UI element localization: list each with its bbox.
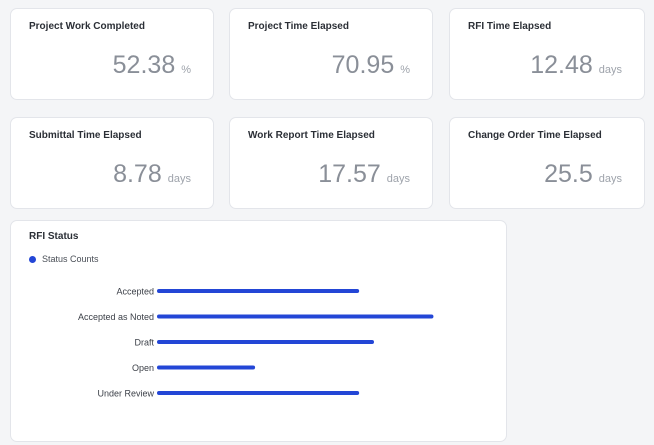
category-label: Under Review	[97, 389, 154, 399]
kpi-title: Project Work Completed	[29, 21, 145, 32]
kpi-unit: days	[598, 173, 622, 185]
rfi-status-bar-chart: Accepted Accepted as Noted Draft Open Under …	[78, 287, 434, 399]
kpi-value: 52.38	[112, 51, 176, 79]
kpi-value: 8.78	[113, 160, 162, 188]
kpi-value-group: 17.57 days	[318, 160, 410, 189]
category-label: Open	[132, 363, 154, 373]
kpi-unit: days	[598, 64, 622, 76]
kpi-card-project-work-completed: Project Work Completed 52.38 %	[10, 8, 214, 100]
kpi-value-group: 25.5 days	[544, 160, 622, 189]
kpi-value: 17.57	[318, 160, 381, 188]
category-label: Draft	[134, 338, 154, 348]
kpi-value: 70.95	[331, 51, 395, 79]
kpi-value: 12.48	[530, 51, 593, 79]
kpi-value-group: 8.78 days	[113, 160, 191, 189]
kpi-title: Change Order Time Elapsed	[468, 130, 602, 141]
category-label: Accepted	[116, 287, 154, 297]
kpi-unit: days	[386, 173, 410, 185]
kpi-value-group: 12.48 days	[530, 51, 622, 80]
kpi-card-work-report-time-elapsed: Work Report Time Elapsed 17.57 days	[229, 117, 433, 209]
kpi-title: RFI Time Elapsed	[468, 21, 552, 32]
kpi-title: Submittal Time Elapsed	[29, 130, 142, 141]
kpi-title: Project Time Elapsed	[248, 21, 349, 32]
category-label: Accepted as Noted	[78, 312, 154, 322]
kpi-unit: days	[167, 173, 191, 185]
kpi-unit: %	[181, 64, 191, 76]
kpi-card-rfi-time-elapsed: RFI Time Elapsed 12.48 days	[449, 8, 645, 100]
kpi-value-group: 70.95 %	[332, 51, 410, 80]
kpi-value: 25.5	[544, 160, 593, 188]
kpi-card-change-order-time-elapsed: Change Order Time Elapsed 25.5 days	[449, 117, 645, 209]
kpi-title: Work Report Time Elapsed	[248, 130, 375, 141]
kpi-card-project-time-elapsed: Project Time Elapsed 70.95 %	[229, 8, 433, 100]
rfi-status-chart-card: RFI Status Status Counts Accepted Accepte…	[10, 220, 507, 442]
kpi-card-submittal-time-elapsed: Submittal Time Elapsed 8.78 days	[10, 117, 214, 209]
kpi-unit: %	[400, 64, 410, 76]
kpi-value-group: 52.38 %	[113, 51, 191, 80]
